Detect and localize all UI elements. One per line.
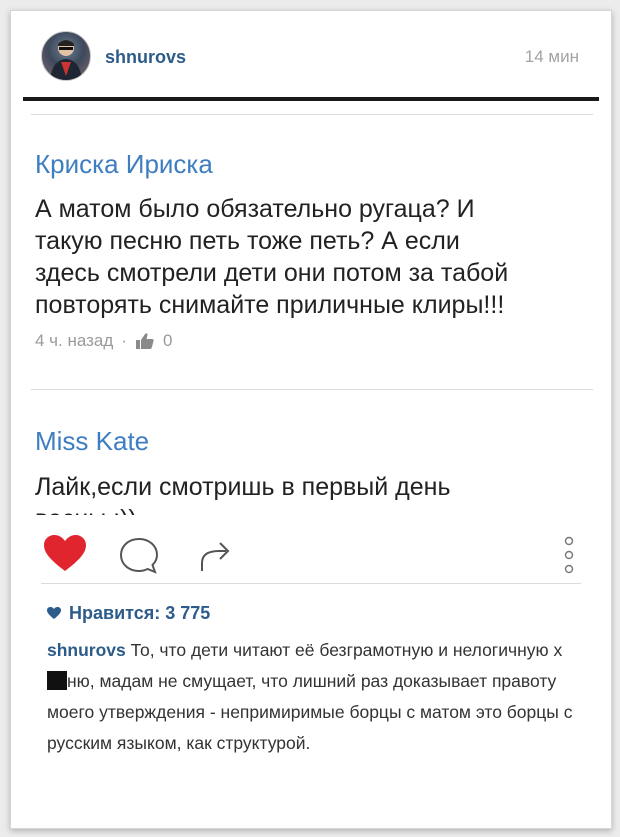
post-username[interactable]: shnurovs xyxy=(105,47,186,68)
divider xyxy=(41,583,581,584)
avatar[interactable] xyxy=(41,31,91,81)
heart-icon[interactable] xyxy=(43,535,87,578)
comment-author[interactable]: Криска Ириска xyxy=(35,149,213,180)
comment-line: А матом было обязательно ругаца? И xyxy=(35,195,475,223)
divider xyxy=(31,389,593,390)
comment-line: весны :)) xyxy=(35,503,595,515)
comment-line: такую песню петь тоже петь? А если xyxy=(35,227,460,255)
meta-separator: · xyxy=(121,331,127,350)
comment-clip: Лайк,если смотришь в первый день весны :… xyxy=(11,431,611,515)
small-heart-icon xyxy=(47,603,61,624)
caption-text: То, что дети читают её безграмотную и не… xyxy=(130,640,563,660)
comment-text: Лайк,если смотришь в первый день весны :… xyxy=(35,471,595,515)
comment-time: 4 ч. назад xyxy=(35,331,114,350)
comment-like-count: 0 xyxy=(162,331,173,350)
divider xyxy=(31,114,593,115)
likes-count: Нравится: 3 775 xyxy=(69,603,211,623)
share-icon[interactable] xyxy=(199,539,235,578)
comment-meta: 4 ч. назад · 0 xyxy=(35,331,172,351)
post-card: shnurovs 14 мин Криска Ириска А матом бы… xyxy=(10,10,612,829)
comment-line: Лайк,если смотришь в первый день xyxy=(35,473,451,501)
post-caption: shnurovs То, что дети читают её безграмо… xyxy=(47,635,577,759)
post-time: 14 мин xyxy=(524,47,579,66)
caption-text: ню, мадам не смущает, что лишний раз док… xyxy=(47,671,573,753)
comment-line: повторять снимайте приличные клиры!!! xyxy=(35,291,505,319)
censor-block xyxy=(47,671,67,690)
comment-text: А матом было обязательно ругаца? И такую… xyxy=(35,193,595,321)
header-bar xyxy=(23,97,599,101)
thumbs-up-icon[interactable] xyxy=(135,332,155,350)
post-header: shnurovs 14 мин xyxy=(11,11,611,106)
action-bar xyxy=(11,519,611,589)
caption-username[interactable]: shnurovs xyxy=(47,640,126,660)
likes-line[interactable]: Нравится: 3 775 xyxy=(47,603,210,624)
comment-icon[interactable] xyxy=(119,537,159,580)
comment-line: здесь смотрели дети они потом за табой xyxy=(35,259,509,287)
more-options-icon[interactable] xyxy=(563,535,575,580)
